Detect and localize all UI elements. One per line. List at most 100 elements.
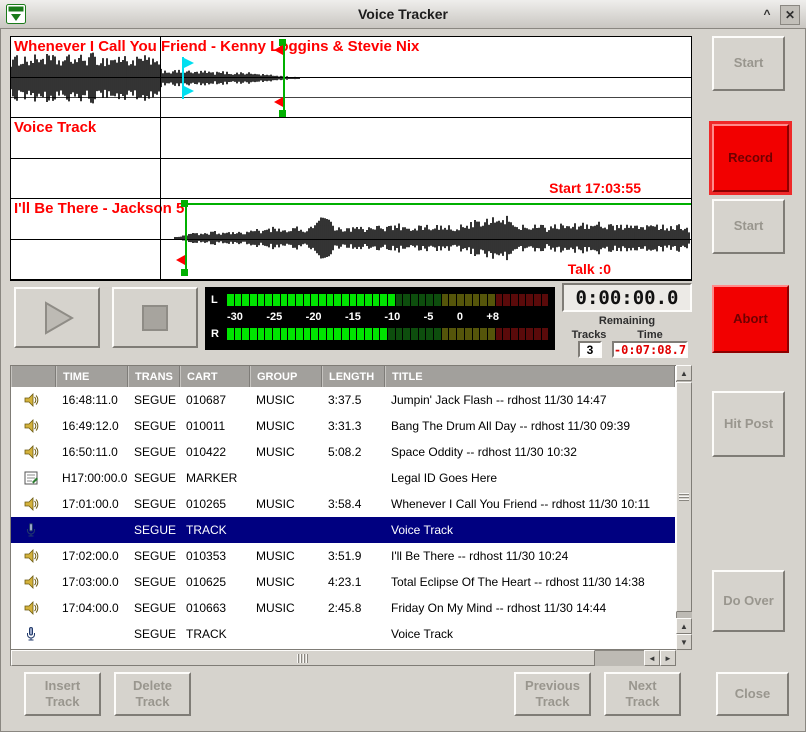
horizontal-scroll-thumb[interactable] (11, 650, 595, 666)
log-cell-time: H17:00:00.0 (56, 465, 128, 491)
talk-end-marker-icon[interactable] (184, 86, 194, 96)
log-header-length[interactable]: LENGTH (322, 366, 385, 387)
meter-scale-label: -5 (424, 311, 434, 323)
meter-segment (496, 294, 503, 306)
record-button[interactable]: Record (712, 124, 789, 192)
vertical-scroll-thumb[interactable] (676, 382, 692, 612)
meter-segment (473, 294, 480, 306)
log-row[interactable]: 17:04:00.0SEGUE010663MUSIC2:45.8Friday O… (11, 595, 675, 621)
meter-segment (542, 294, 549, 306)
start-track3-button[interactable]: Start (712, 199, 785, 254)
track-waveform-panel: Whenever I Call You Friend - Kenny Loggi… (10, 36, 692, 281)
meter-segment (519, 328, 526, 340)
track3-marker-handle-top[interactable] (181, 200, 188, 207)
vertical-thumb-grip-icon (679, 493, 689, 502)
previous-track-button[interactable]: Previous Track (514, 672, 591, 716)
log-header-title[interactable]: TITLE (385, 366, 675, 387)
log-header-cart[interactable]: CART (180, 366, 250, 387)
stop-icon (135, 298, 175, 338)
meter-left-label: L (211, 294, 227, 306)
log-cell-time (56, 621, 128, 647)
meter-segment (526, 328, 533, 340)
meter-segment (265, 294, 272, 306)
log-cell-group: MUSIC (250, 569, 322, 595)
fade-marker-icon-top[interactable] (274, 45, 283, 55)
track3-marker-handle-bottom[interactable] (181, 269, 188, 276)
log-cell-time (56, 517, 128, 543)
window-close-button[interactable]: ✕ (780, 5, 800, 25)
meter-segment (519, 294, 526, 306)
track3-start-marker-line[interactable] (185, 202, 187, 276)
log-cell-length: 4:23.1 (322, 569, 385, 595)
log-cell-length: 3:51.9 (322, 543, 385, 569)
scroll-up-button[interactable]: ▲ (676, 365, 692, 381)
log-cell-time: 16:48:11.0 (56, 387, 128, 413)
next-track-button[interactable]: Next Track (604, 672, 681, 716)
remaining-time-value: -0:07:08.7 (612, 341, 688, 358)
log-row[interactable]: 17:02:00.0SEGUE010353MUSIC3:51.9I'll Be … (11, 543, 675, 569)
track-pane-3[interactable]: I'll Be There - Jackson 5 Talk :0 (11, 199, 691, 280)
log-cell-group: MUSIC (250, 595, 322, 621)
log-header-group[interactable]: GROUP (250, 366, 322, 387)
log-vertical-scrollbar[interactable]: ▲ ▲ ▼ (676, 365, 692, 650)
log-row[interactable]: 16:49:12.0SEGUE010011MUSIC3:31.3Bang The… (11, 413, 675, 439)
speaker-icon (11, 595, 56, 621)
scroll-left-icon: ◄ (648, 654, 656, 663)
fade-marker-icon-bottom[interactable] (274, 97, 283, 107)
window-title: Voice Tracker (0, 6, 806, 22)
abort-button[interactable]: Abort (712, 285, 789, 353)
title-bar[interactable]: Voice Tracker ^ ✕ (0, 0, 806, 29)
log-row[interactable]: 17:03:00.0SEGUE010625MUSIC4:23.1Total Ec… (11, 569, 675, 595)
meter-segment (365, 294, 372, 306)
previous-track-label: Previous Track (525, 678, 580, 711)
meter-segment (342, 328, 349, 340)
meter-segment (288, 328, 295, 340)
scroll-right-button[interactable]: ► (660, 650, 676, 666)
log-row[interactable]: 16:48:11.0SEGUE010687MUSIC3:37.5Jumpin' … (11, 387, 675, 413)
start-track1-button[interactable]: Start (712, 36, 785, 91)
track-pane-1[interactable]: Whenever I Call You Friend - Kenny Loggi… (11, 37, 691, 118)
close-button[interactable]: Close (716, 672, 789, 716)
log-header-time[interactable]: TIME (56, 366, 128, 387)
meter-segment (534, 328, 541, 340)
log-row[interactable]: SEGUETRACKVoice Track (11, 517, 675, 543)
insert-track-button[interactable]: Insert Track (24, 672, 101, 716)
log-cell-trans: SEGUE (128, 465, 180, 491)
log-row[interactable]: H17:00:00.0SEGUEMARKERLegal ID Goes Here (11, 465, 675, 491)
abort-label: Abort (733, 311, 768, 327)
meter-segment (242, 294, 249, 306)
maximize-button[interactable]: ^ (758, 5, 776, 23)
segue-marker-handle-bottom[interactable] (279, 110, 286, 117)
log-cell-length: 5:08.2 (322, 439, 385, 465)
scroll-down-button[interactable]: ▼ (676, 634, 692, 650)
meter-right-label: R (211, 328, 227, 340)
log-row[interactable]: 16:50:11.0SEGUE010422MUSIC5:08.2Space Od… (11, 439, 675, 465)
log-horizontal-scrollbar[interactable]: ◄ ► (10, 650, 676, 666)
scroll-left-button[interactable]: ◄ (644, 650, 660, 666)
delete-track-button[interactable]: Delete Track (114, 672, 191, 716)
log-row[interactable]: 17:01:00.0SEGUE010265MUSIC3:58.4Whenever… (11, 491, 675, 517)
meter-segment (449, 294, 456, 306)
track-pane-2[interactable]: Voice Track Start 17:03:55 (11, 118, 691, 199)
log-cell-length: 3:58.4 (322, 491, 385, 517)
log-cell-cart: 010422 (180, 439, 250, 465)
meter-segment (250, 328, 257, 340)
microphone-icon (11, 517, 56, 543)
log-header-trans[interactable]: TRANS (128, 366, 180, 387)
play-button[interactable] (14, 287, 100, 348)
meter-segment (473, 328, 480, 340)
segue-marker-line[interactable] (283, 41, 285, 115)
hit-post-button[interactable]: Hit Post (712, 391, 785, 457)
meter-segment (419, 294, 426, 306)
log-cell-length (322, 621, 385, 647)
talk-start-marker-icon[interactable] (184, 58, 194, 68)
meter-segment (442, 328, 449, 340)
track3-fade-marker-icon[interactable] (176, 255, 185, 265)
meter-segment (273, 328, 280, 340)
scrollbar-corner (676, 650, 692, 666)
scroll-up-button-2[interactable]: ▲ (676, 618, 692, 634)
meter-segment (288, 294, 295, 306)
stop-button[interactable] (112, 287, 198, 348)
log-row[interactable]: SEGUETRACKVoice Track (11, 621, 675, 647)
do-over-button[interactable]: Do Over (712, 570, 785, 632)
